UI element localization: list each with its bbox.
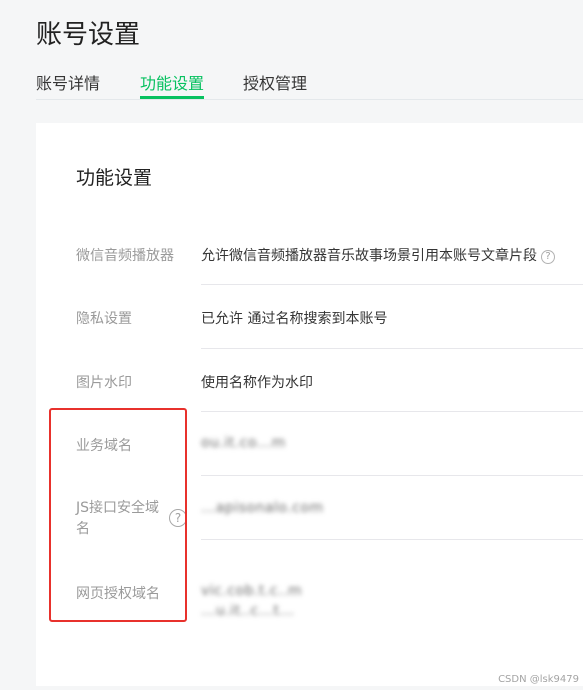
setting-value-web-auth-domain: vic.cob.t.c..m	[201, 583, 303, 599]
tab-function-settings[interactable]: 功能设置	[140, 70, 205, 99]
setting-value-web-auth-domain-2: ...u.it..c...t...	[201, 603, 295, 619]
section-title: 功能设置	[76, 167, 153, 189]
help-icon[interactable]: ?	[541, 250, 555, 264]
setting-row-privacy: 隐私设置 已允许 通过名称搜索到本账号	[36, 285, 583, 349]
tab-bar: 账号详情 功能设置 授权管理	[36, 70, 583, 100]
setting-value-image-watermark: 使用名称作为水印	[201, 375, 313, 391]
watermark: CSDN @lsk9479	[498, 674, 579, 685]
highlight-box	[49, 408, 187, 622]
setting-value-privacy: 已允许 通过名称搜索到本账号	[201, 311, 388, 327]
setting-value-audio-player: 允许微信音频播放器音乐故事场景引用本账号文章片段?	[201, 245, 555, 265]
setting-row-image-watermark: 图片水印 使用名称作为水印	[36, 349, 583, 412]
setting-value-audio-player-text: 允许微信音频播放器音乐故事场景引用本账号文章片段	[201, 248, 537, 264]
setting-label-privacy: 隐私设置	[76, 311, 132, 327]
setting-value-business-domain: ou.it.co...m	[201, 435, 286, 451]
page-title: 账号设置	[36, 20, 141, 50]
setting-label-audio-player: 微信音频播放器	[76, 248, 174, 264]
setting-value-js-secure-domain: ...apisonalo.com	[201, 500, 324, 516]
tab-account-details[interactable]: 账号详情	[36, 70, 100, 94]
setting-label-image-watermark: 图片水印	[76, 375, 132, 391]
account-settings-page: 账号设置 账号详情 功能设置 授权管理 功能设置 微信音频播放器 允许微信音频播…	[0, 0, 583, 690]
setting-row-audio-player: 微信音频播放器 允许微信音频播放器音乐故事场景引用本账号文章片段?	[36, 223, 583, 285]
tab-authorization-management[interactable]: 授权管理	[243, 70, 307, 94]
